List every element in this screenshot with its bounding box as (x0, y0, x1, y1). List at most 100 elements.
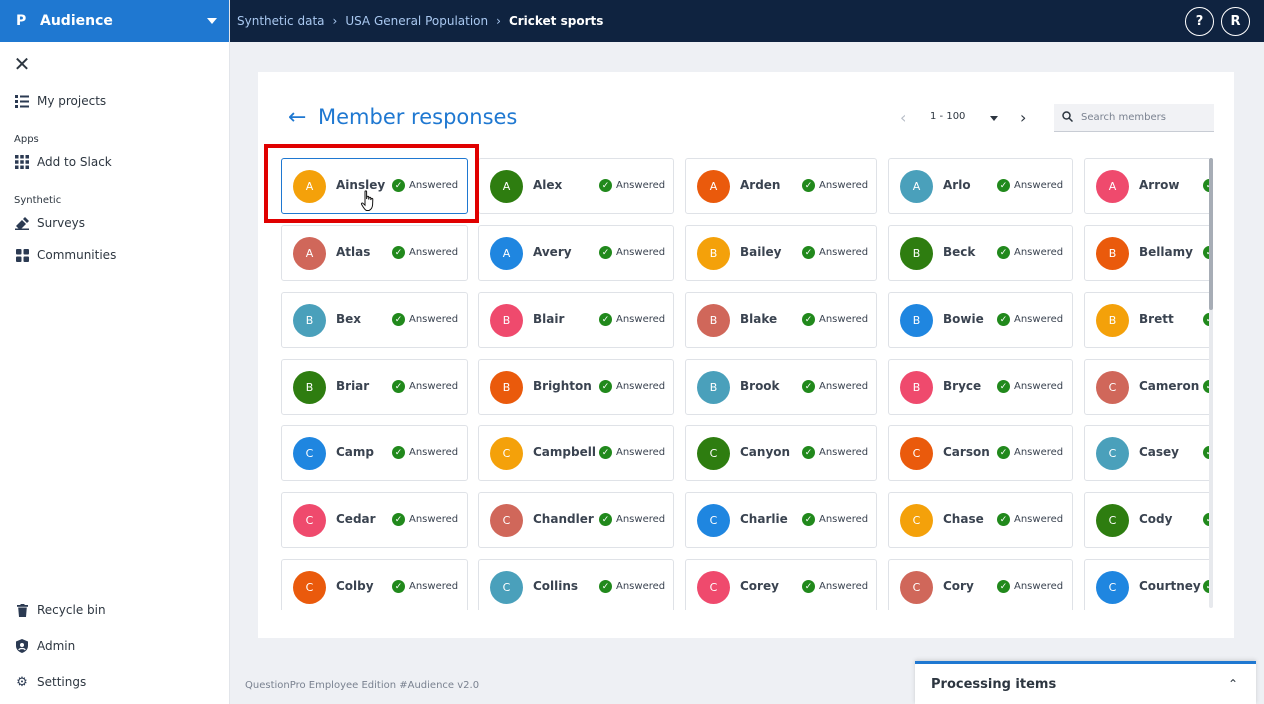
sidebar-item-communities[interactable]: Communities (14, 247, 116, 263)
member-card[interactable]: B Brighton ✓ Answered (478, 359, 674, 415)
pager-prev-icon[interactable]: ‹ (900, 108, 906, 127)
member-card[interactable]: A Arlo ✓ Answered (888, 158, 1073, 214)
avatar: B (900, 304, 933, 337)
member-card[interactable]: C Collins ✓ Answered (478, 559, 674, 610)
check-circle-icon: ✓ (599, 246, 612, 259)
check-circle-icon: ✓ (599, 446, 612, 459)
status-label: Answered (1014, 180, 1064, 191)
member-card[interactable]: B Blair ✓ Answered (478, 292, 674, 348)
avatar: C (293, 504, 326, 537)
member-card[interactable]: A Arden ✓ Answered (685, 158, 877, 214)
member-card[interactable]: B Bowie ✓ Answered (888, 292, 1073, 348)
member-card[interactable]: A Atlas ✓ Answered (281, 225, 468, 281)
member-card[interactable]: C Cory ✓ Answered (888, 559, 1073, 610)
status-badge: ✓ Answered (997, 246, 1063, 259)
breadcrumb-synthetic-data[interactable]: Synthetic data (237, 14, 325, 28)
member-card[interactable]: C Campbell ✓ Answered (478, 425, 674, 481)
avatar: A (1096, 170, 1129, 203)
processing-items-panel[interactable]: Processing items ⌃ (915, 661, 1256, 704)
member-card[interactable]: BBellamy✓Answered (1084, 225, 1209, 281)
member-card[interactable]: B Bailey ✓ Answered (685, 225, 877, 281)
member-card[interactable]: BBrett✓Answered (1084, 292, 1209, 348)
sidebar-item-settings[interactable]: ⚙ Settings (14, 674, 86, 690)
check-circle-icon: ✓ (392, 580, 405, 593)
member-card[interactable]: A Alex ✓ Answered (478, 158, 674, 214)
member-name: Campbell (533, 445, 596, 459)
member-card[interactable]: B Bex ✓ Answered (281, 292, 468, 348)
pager-next-icon[interactable]: › (1020, 108, 1026, 127)
member-card[interactable]: B Brook ✓ Answered (685, 359, 877, 415)
chevron-right-icon: › (332, 14, 338, 28)
status-label: Answered (819, 314, 869, 325)
member-card[interactable]: CCody✓Answered (1084, 492, 1209, 548)
status-label: Answered (616, 314, 666, 325)
sidebar-item-label: Admin (37, 639, 76, 653)
status-badge: ✓ Answered (392, 246, 458, 259)
member-card[interactable]: B Briar ✓ Answered (281, 359, 468, 415)
check-circle-icon: ✓ (802, 446, 815, 459)
avatar: A (293, 170, 326, 203)
status-label: Answered (409, 314, 459, 325)
survey-icon (14, 215, 30, 231)
check-circle-icon: ✓ (997, 246, 1010, 259)
chevron-down-icon[interactable] (207, 18, 217, 24)
search-input[interactable] (1081, 112, 1201, 123)
member-card[interactable]: C Chase ✓ Answered (888, 492, 1073, 548)
help-button[interactable]: ? (1185, 7, 1214, 36)
avatar: C (1096, 371, 1129, 404)
sidebar-item-my-projects[interactable]: My projects (14, 93, 106, 109)
chevron-up-icon[interactable]: ⌃ (1228, 677, 1238, 691)
check-circle-icon: ✓ (997, 179, 1010, 192)
member-card[interactable]: B Beck ✓ Answered (888, 225, 1073, 281)
member-name: Cameron (1139, 379, 1200, 393)
page-size-dropdown-icon[interactable] (990, 116, 998, 121)
member-name: Bryce (943, 379, 982, 393)
member-card[interactable]: C Cedar ✓ Answered (281, 492, 468, 548)
member-card[interactable]: C Camp ✓ Answered (281, 425, 468, 481)
sidebar-item-recycle-bin[interactable]: Recycle bin (14, 602, 106, 618)
check-circle-icon: ✓ (392, 313, 405, 326)
member-card[interactable]: AArrow✓Answered (1084, 158, 1209, 214)
check-circle-icon: ✓ (802, 313, 815, 326)
member-card[interactable]: B Bryce ✓ Answered (888, 359, 1073, 415)
member-card[interactable]: CCourtney✓Answered (1084, 559, 1209, 610)
grid-scrollbar[interactable] (1209, 158, 1213, 608)
avatar: A (490, 237, 523, 270)
member-card[interactable]: A Avery ✓ Answered (478, 225, 674, 281)
status-badge: ✓ Answered (997, 179, 1063, 192)
member-card[interactable]: C Corey ✓ Answered (685, 559, 877, 610)
avatar: A (490, 170, 523, 203)
member-name: Courtney (1139, 579, 1201, 593)
member-card[interactable]: CCasey✓Answered (1084, 425, 1209, 481)
status-label: Answered (616, 514, 666, 525)
member-card[interactable]: C Charlie ✓ Answered (685, 492, 877, 548)
check-circle-icon: ✓ (802, 580, 815, 593)
sidebar-item-surveys[interactable]: Surveys (14, 215, 85, 231)
pointer-cursor-icon (360, 190, 376, 217)
check-circle-icon: ✓ (802, 513, 815, 526)
user-avatar-button[interactable]: R (1221, 7, 1250, 36)
member-card[interactable]: C Colby ✓ Answered (281, 559, 468, 610)
member-name: Cody (1139, 512, 1173, 526)
close-icon[interactable]: ✕ (12, 54, 32, 74)
avatar: C (697, 571, 730, 604)
status-label: Answered (616, 447, 666, 458)
member-name: Arlo (943, 178, 971, 192)
sidebar-item-admin[interactable]: Admin (14, 638, 75, 654)
scrollbar-thumb[interactable] (1209, 158, 1213, 310)
search-members-box[interactable] (1054, 104, 1214, 132)
app-switcher[interactable]: P Audience (0, 0, 229, 42)
member-card[interactable]: C Chandler ✓ Answered (478, 492, 674, 548)
member-card[interactable]: CCameron✓Answered (1084, 359, 1209, 415)
member-card[interactable]: C Canyon ✓ Answered (685, 425, 877, 481)
avatar: C (490, 437, 523, 470)
member-card[interactable]: B Blake ✓ Answered (685, 292, 877, 348)
top-bar: Synthetic data › USA General Population … (230, 0, 1264, 42)
sidebar-item-add-to-slack[interactable]: Add to Slack (14, 154, 112, 170)
back-arrow-icon[interactable]: ← (288, 106, 306, 130)
member-name: Arrow (1139, 178, 1180, 192)
member-card[interactable]: C Carson ✓ Answered (888, 425, 1073, 481)
avatar: C (293, 571, 326, 604)
breadcrumb-population[interactable]: USA General Population (345, 14, 488, 28)
avatar: B (900, 371, 933, 404)
